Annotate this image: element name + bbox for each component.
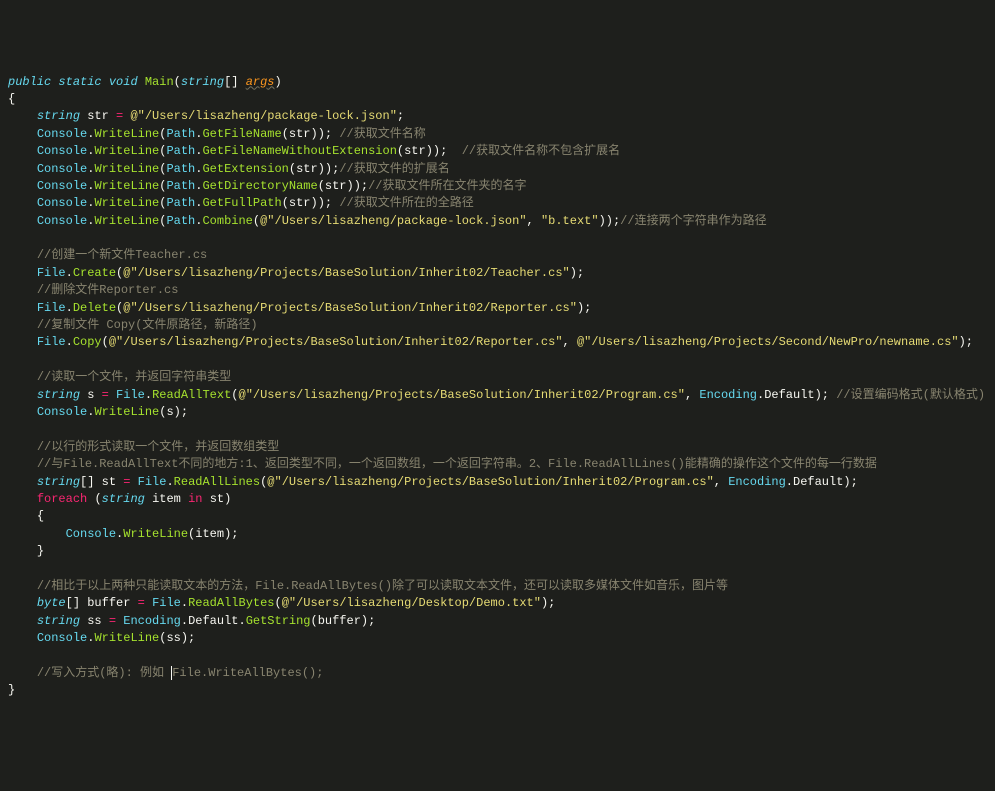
comment: //获取文件的扩展名 — [339, 162, 449, 176]
method-writeline: WriteLine — [94, 127, 159, 141]
comment: //获取文件名称 — [339, 127, 425, 141]
method-main: Main — [145, 75, 174, 89]
comment: //设置编码格式(默认格式) — [836, 388, 985, 402]
brackets: [] — [224, 75, 238, 89]
type-string: string — [37, 109, 80, 123]
code-editor[interactable]: public static void Main(string[] args) {… — [8, 74, 987, 700]
paren: ) — [275, 75, 282, 89]
comment: //创建一个新文件Teacher.cs — [37, 248, 207, 262]
comment: //连接两个字符串作为路径 — [620, 214, 766, 228]
comment: //与File.ReadAllText不同的地方:1、返回类型不同，一个返回数组… — [37, 457, 877, 471]
brace-open: { — [8, 92, 15, 106]
keyword-public: public — [8, 75, 51, 89]
comment: //写入方式(略): 例如 — [37, 666, 171, 680]
keyword-void: void — [109, 75, 138, 89]
class-path: Path — [166, 127, 195, 141]
keyword-foreach: foreach — [37, 492, 87, 506]
method-getfilename: GetFileName — [202, 127, 281, 141]
string-literal: "/Users/lisazheng/package-lock.json" — [138, 109, 397, 123]
op-eq: = — [116, 109, 123, 123]
class-console: Console — [37, 127, 87, 141]
paren: ( — [174, 75, 181, 89]
comment: //读取一个文件，并返回字符串类型 — [37, 370, 231, 384]
comment: //相比于以上两种只能读取文本的方法，File.ReadAllBytes()除了… — [37, 579, 728, 593]
comment: //复制文件 Copy(文件原路径，新路径) — [37, 318, 258, 332]
comment: //获取文件名称不包含扩展名 — [462, 144, 620, 158]
comment: //获取文件所在的全路径 — [339, 196, 473, 210]
comment: //获取文件所在文件夹的名字 — [368, 179, 526, 193]
keyword-static: static — [58, 75, 101, 89]
brace-close: } — [8, 683, 15, 697]
param-args: args — [246, 75, 275, 89]
comment: //删除文件Reporter.cs — [37, 283, 179, 297]
comment: //以行的形式读取一个文件，并返回数组类型 — [37, 440, 279, 454]
class-file: File — [37, 266, 66, 280]
comment: File.WriteAllBytes(); — [172, 666, 323, 680]
var-str: str — [87, 109, 109, 123]
at-sign: @ — [130, 109, 137, 123]
semicolon: ; — [397, 109, 404, 123]
type-string: string — [181, 75, 224, 89]
